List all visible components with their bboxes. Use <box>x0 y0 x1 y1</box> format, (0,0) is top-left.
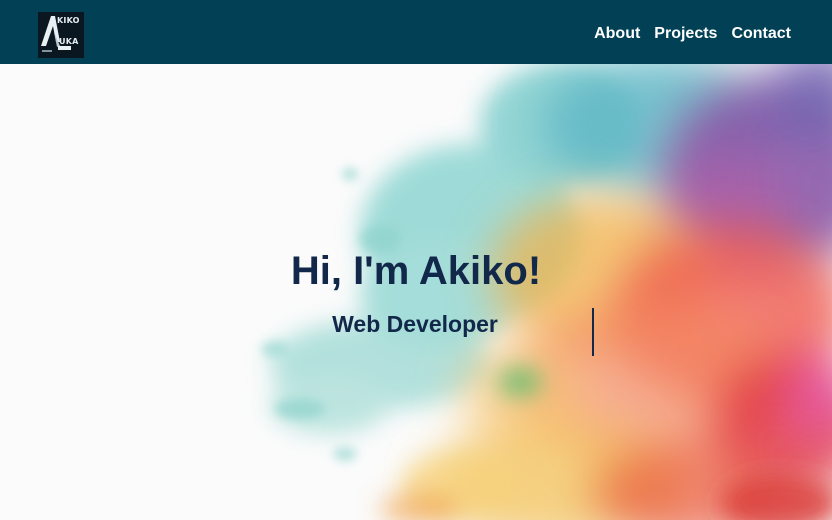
nav-link-projects[interactable]: Projects <box>654 25 717 43</box>
hero-title-text: Hi, I'm Akiko! <box>290 249 542 293</box>
logo-text-top: KIKO <box>57 16 80 25</box>
nav-link-contact[interactable]: Contact <box>731 25 791 43</box>
logo[interactable]: KIKO UKA <box>38 12 84 58</box>
logo-text-bottom: UKA <box>59 37 79 46</box>
navbar: KIKO UKA About Projects Contact <box>0 0 832 64</box>
hero-title: Hi, I'm Akiko! <box>0 248 832 294</box>
nav-link-about[interactable]: About <box>594 25 640 43</box>
hero-subtitle: Web Developer <box>332 311 498 337</box>
nav-links: About Projects Contact <box>594 25 791 43</box>
